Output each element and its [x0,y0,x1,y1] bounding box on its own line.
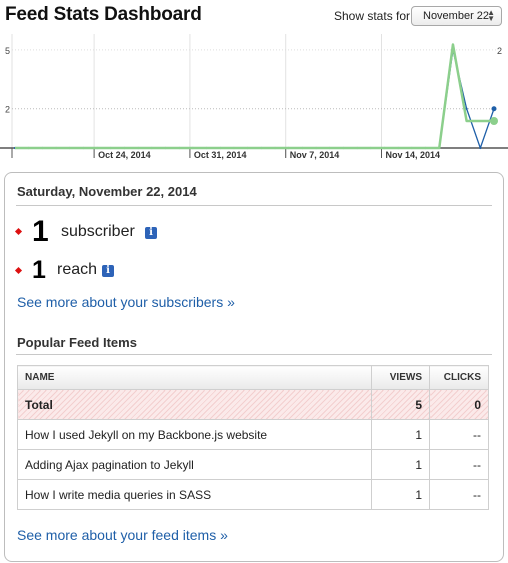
x-tick-label: Nov 7, 2014 [290,150,340,160]
series-line-primary [15,49,495,149]
data-point [465,107,468,110]
diamond-bullet-icon [14,266,23,275]
item-views: 1 [371,449,430,480]
date-select[interactable]: November 22 ▲ ▼ [411,6,502,26]
feed-items-link[interactable]: See more about your feed items » [17,527,228,543]
item-clicks: -- [429,449,489,480]
series-line-secondary [15,43,494,150]
item-name: Adding Ajax pagination to Jekyll [16,449,373,480]
column-header-views[interactable]: VIEWS [371,365,430,390]
total-row: Total 5 0 [16,389,489,420]
reach-count: 1 [32,256,46,284]
info-icon[interactable]: i [145,227,157,239]
chevron-up-down-icon: ▲ ▼ [487,8,495,23]
subscribers-chart: 5 2 2 Oct 24, 2014 Oct 31, 2014 Nov 7, 2014 No… [0,34,508,160]
data-point [479,146,482,150]
item-name: How I used Jekyll on my Backbone.js webs… [16,419,373,450]
item-views: 1 [371,479,430,510]
info-icon[interactable]: i [102,265,114,277]
x-tick-label: Oct 24, 2014 [98,150,151,160]
subscribers-link[interactable]: See more about your subscribers » [17,294,235,310]
item-clicks: -- [429,419,489,450]
total-clicks: 0 [429,389,489,420]
popular-items-title: Popular Feed Items [17,335,137,350]
item-name: How I write media queries in SASS [16,479,373,510]
table-row: Adding Ajax pagination to Jekyll 1 -- [16,449,489,480]
date-heading: Saturday, November 22, 2014 [17,184,197,199]
subscriber-label: subscriber [61,223,135,240]
column-header-name[interactable]: NAME [16,365,373,390]
y-tick-label: 2 [497,46,502,56]
subscriber-count: 1 [32,215,49,248]
column-header-clicks[interactable]: CLICKS [429,365,489,390]
feed-items-table: NAME VIEWS CLICKS Total 5 0 How I used J… [16,365,489,510]
series-end-point [490,117,498,125]
reach-label: reach [57,261,98,278]
series-end-point [491,106,497,112]
header: Feed Stats Dashboard Show stats for Nove… [0,0,508,34]
x-tick-label: Oct 31, 2014 [194,150,247,160]
y-tick-label: 5 [5,46,10,56]
divider [16,205,492,206]
stats-card: Saturday, November 22, 2014 1 subscriber… [4,172,504,562]
table-row: How I used Jekyll on my Backbone.js webs… [16,419,489,450]
item-clicks: -- [429,479,489,510]
y-tick-label: 2 [5,105,10,115]
divider [16,354,492,355]
date-select-value: November 22 [423,10,490,22]
item-views: 1 [371,419,430,450]
table-header-row: NAME VIEWS CLICKS [16,365,489,390]
table-row: How I write media queries in SASS 1 -- [16,479,489,510]
page-title: Feed Stats Dashboard [5,4,202,25]
x-tick-label: Nov 14, 2014 [386,150,441,160]
total-label: Total [16,389,373,420]
diamond-bullet-icon [14,227,23,236]
total-views: 5 [371,389,430,420]
stats-date-label: Show stats for [334,9,411,23]
